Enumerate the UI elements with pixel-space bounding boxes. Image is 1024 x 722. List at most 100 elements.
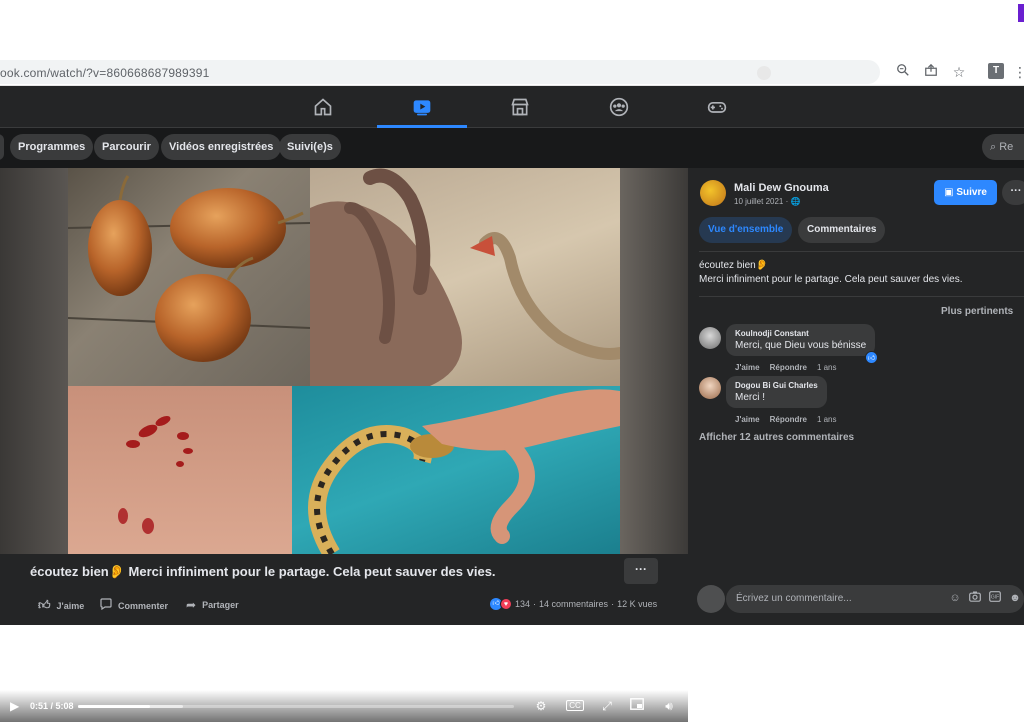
comment-text: Merci, que Dieu vous bénisse <box>735 340 867 351</box>
show-more-comments-link[interactable]: Afficher 12 autres commentaires <box>699 432 854 443</box>
video-progress-bar[interactable] <box>78 705 514 708</box>
post-footer: écoutez bien👂 Merci infiniment pour le p… <box>0 554 688 625</box>
camera-icon[interactable] <box>968 591 982 605</box>
love-reaction-icon: ♥ <box>500 598 512 610</box>
tab-gaming[interactable] <box>672 86 762 128</box>
captions-label: CC <box>566 700 584 711</box>
comment-text: Merci ! <box>735 392 765 403</box>
panel-more-button[interactable]: ··· <box>1002 180 1024 205</box>
more-icon[interactable]: ⋮ <box>1010 62 1024 82</box>
volume-icon[interactable]: 🔊︎ <box>660 697 678 715</box>
tab-overview[interactable]: Vue d'ensemble <box>699 217 793 243</box>
share-icon[interactable] <box>921 62 941 82</box>
comment-sort-dropdown[interactable]: Plus pertinents <box>941 306 1013 317</box>
extension-t-icon[interactable]: T <box>988 63 1004 79</box>
post-side-panel: Mali Dew Gnouma 10 juillet 2021 · 🌐 ▣ Su… <box>688 168 1024 625</box>
fullscreen-icon[interactable]: ⤢ <box>598 697 616 715</box>
comment-actions: J'aime Répondre 1 ans <box>735 415 837 424</box>
comment-icon <box>100 598 112 613</box>
play-icon <box>413 100 431 116</box>
window-accent <box>1018 4 1024 22</box>
post-stats: 👍︎ ♥ 134 · 14 commentaires · 12 K vues <box>490 598 657 610</box>
video-progress-fill <box>78 705 150 708</box>
video-blur-left <box>0 168 68 554</box>
comment-author[interactable]: Koulnodji Constant <box>735 329 866 338</box>
comment-author[interactable]: Dogou Bi Gui Charles <box>735 381 818 390</box>
comment-bubble: Koulnodji Constant Merci, que Dieu vous … <box>726 324 876 356</box>
post-more-button[interactable]: ··· <box>624 558 658 584</box>
video-player[interactable]: ▶ 0:51 / 5:08 ⚙ CC ⤢ 🔊︎ <box>0 168 688 722</box>
avatar <box>697 585 725 613</box>
comment-reply-link[interactable]: Répondre <box>770 363 807 372</box>
video-frame-bite-wound <box>68 386 292 554</box>
post-date[interactable]: 10 juillet 2021 · 🌐 <box>734 197 800 206</box>
video-time: 0:51 / 5:08 <box>30 701 74 711</box>
view-count: 12 K vues <box>617 599 658 609</box>
video-frame-onions <box>68 168 310 386</box>
emoji-icon[interactable]: ☺ <box>948 591 962 605</box>
comment-bubble: Dogou Bi Gui Charles Merci ! <box>726 376 827 408</box>
comment-time[interactable]: 1 ans <box>817 415 837 424</box>
address-bar: ook.com/watch/?v=860668687989391 ☆ ⋮ <box>0 58 1024 86</box>
groups-icon <box>609 97 629 117</box>
stats-separator: · <box>533 599 537 609</box>
gif-icon[interactable]: GIF <box>988 591 1002 605</box>
comment-like-link[interactable]: J'aime <box>735 415 760 424</box>
comment-label: Commenter <box>118 600 169 611</box>
tab-marketplace[interactable] <box>475 86 565 128</box>
home-icon <box>314 98 332 116</box>
author-avatar[interactable] <box>700 180 726 206</box>
sticker-icon[interactable]: ☻ <box>1008 591 1022 605</box>
chip-saved-videos[interactable]: Vidéos enregistrées <box>161 134 282 160</box>
tab-groups[interactable] <box>574 86 664 128</box>
browser-top-area <box>0 0 1024 58</box>
watch-subnav: Programmes Parcourir Vidéos enregistrées… <box>0 128 1024 168</box>
gamepad-icon <box>707 102 727 113</box>
like-label: J'aime <box>56 600 85 611</box>
comment-button[interactable]: Commenter <box>100 598 168 613</box>
svg-text:GIF: GIF <box>991 595 999 601</box>
reaction-count[interactable]: 134 <box>515 599 530 609</box>
comment-count[interactable]: 14 commentaires <box>539 599 608 609</box>
thumbs-up-icon: 👍︎ <box>38 598 51 612</box>
comment-input-placeholder: Écrivez un commentaire... <box>736 593 852 604</box>
play-icon[interactable]: ▶ <box>10 699 24 713</box>
post-title: écoutez bien👂 Merci infiniment pour le p… <box>30 564 496 579</box>
url-text[interactable]: ook.com/watch/?v=860668687989391 <box>0 66 210 80</box>
comment-like-link[interactable]: J'aime <box>735 363 760 372</box>
chip-parcourir[interactable]: Parcourir <box>94 134 159 160</box>
video-controls: ▶ 0:51 / 5:08 ⚙ CC ⤢ 🔊︎ <box>0 690 688 722</box>
post-description-line1: écoutez bien👂 <box>699 260 769 271</box>
comment-reply-link[interactable]: Répondre <box>770 415 807 424</box>
star-icon[interactable]: ☆ <box>949 62 969 82</box>
search-input[interactable]: ⌕ Re <box>982 134 1024 160</box>
search-placeholder: Re <box>999 141 1014 153</box>
settings-icon[interactable]: ⚙ <box>532 697 550 715</box>
share-arrow-icon: ➦ <box>186 598 197 612</box>
facebook-top-nav <box>0 86 1024 128</box>
divider <box>699 251 1024 252</box>
tab-watch[interactable] <box>377 86 467 128</box>
tab-home[interactable] <box>278 86 368 128</box>
chip-partial[interactable] <box>0 134 4 160</box>
like-button[interactable]: 👍︎ J'aime <box>38 598 84 613</box>
captions-icon[interactable]: CC <box>566 697 584 715</box>
chip-following[interactable]: Suivi(e)s <box>279 134 341 160</box>
url-field[interactable]: ook.com/watch/?v=860668687989391 <box>0 60 880 84</box>
stats-separator: · <box>611 599 615 609</box>
comment-input[interactable]: Écrivez un commentaire... ☺ GIF ☻ <box>726 585 1024 613</box>
chip-programmes[interactable]: Programmes <box>10 134 94 160</box>
avatar[interactable] <box>699 327 721 349</box>
author-name[interactable]: Mali Dew Gnouma <box>734 182 829 194</box>
picture-in-picture-icon[interactable] <box>628 697 646 715</box>
video-blur-right <box>620 168 688 554</box>
comment-time[interactable]: 1 ans <box>817 363 837 372</box>
follow-button[interactable]: ▣ Suivre <box>934 180 997 205</box>
share-button[interactable]: ➦ Partager <box>186 598 239 612</box>
zoom-icon[interactable] <box>893 62 913 82</box>
comment-actions: J'aime Répondre 1 ans <box>735 363 837 372</box>
avatar[interactable] <box>699 377 721 399</box>
divider <box>699 296 1024 297</box>
share-label: Partager <box>202 600 239 610</box>
tab-comments[interactable]: Commentaires <box>798 217 886 243</box>
